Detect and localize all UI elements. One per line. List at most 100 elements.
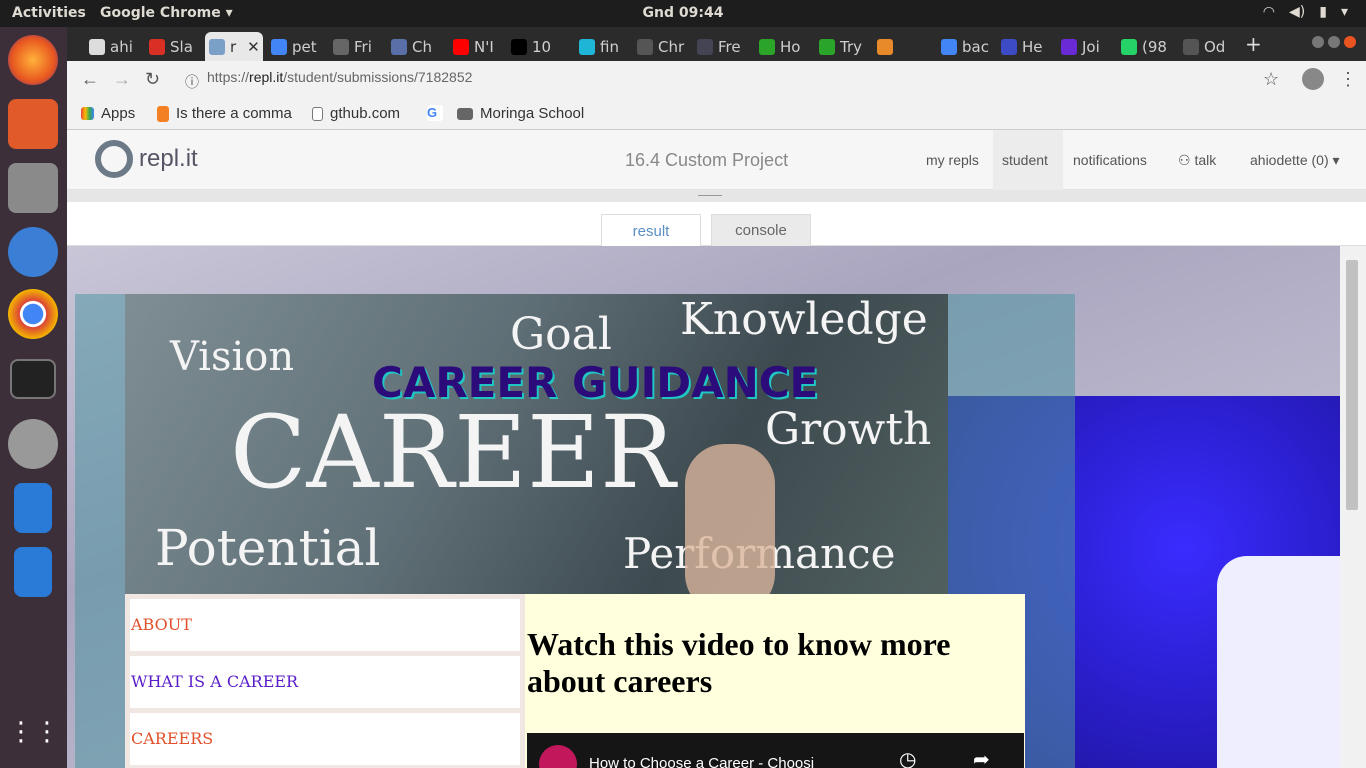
- tab-label: ahi: [110, 37, 133, 56]
- tab-label: Ho: [780, 37, 801, 56]
- tab-favicon-icon: [89, 38, 105, 55]
- bookmark-github[interactable]: gthub.com: [312, 105, 400, 122]
- scrollbar-thumb[interactable]: [1346, 260, 1358, 510]
- close-icon[interactable]: [1344, 36, 1356, 48]
- bookmark-moringa[interactable]: Moringa School: [457, 105, 584, 122]
- vscode-icon[interactable]: [14, 483, 52, 533]
- tab-favicon-icon: [697, 38, 713, 55]
- close-tab-icon[interactable]: ✕: [247, 38, 260, 56]
- nav-careers[interactable]: CAREERS: [130, 713, 520, 765]
- tab-label: r: [230, 37, 237, 56]
- browser-tab[interactable]: Ch: [387, 32, 443, 61]
- tab-console[interactable]: console: [711, 214, 811, 246]
- tab-label: Fre: [718, 37, 741, 56]
- career-banner-image: Vision Goal Knowledge CAREER Growth Pote…: [125, 294, 948, 594]
- chrome-icon[interactable]: [8, 289, 58, 339]
- reload-icon[interactable]: ↻: [145, 69, 160, 90]
- browser-tab[interactable]: N'I: [449, 32, 505, 61]
- tab-label: fin: [600, 37, 619, 56]
- browser-tab[interactable]: [873, 32, 929, 61]
- new-tab-button[interactable]: +: [1245, 32, 1262, 56]
- profile-avatar[interactable]: [1302, 68, 1324, 90]
- browser-tab[interactable]: Ho: [755, 32, 811, 61]
- show-apps-icon[interactable]: ⋮⋮: [8, 717, 60, 767]
- tab-favicon-icon: [333, 38, 349, 55]
- panel-drag-handle[interactable]: [67, 190, 1366, 202]
- help-icon[interactable]: [8, 227, 58, 277]
- browser-tab[interactable]: Joi: [1057, 32, 1113, 61]
- browser-tab[interactable]: Fri: [329, 32, 385, 61]
- video-title[interactable]: How to Choose a Career - Choosi: [589, 755, 814, 768]
- browser-tab[interactable]: ahi: [85, 32, 141, 61]
- nav-what-is-a-career[interactable]: WHAT IS A CAREER: [130, 656, 520, 708]
- replit-logo[interactable]: repl.it: [95, 140, 198, 178]
- stackoverflow-icon: [157, 105, 169, 122]
- window-controls[interactable]: [1312, 36, 1358, 50]
- browser-tab[interactable]: He: [997, 32, 1053, 61]
- watch-later-icon[interactable]: ◷: [899, 747, 916, 768]
- banner-word-vision: Vision: [170, 334, 295, 380]
- tab-favicon-icon: [271, 38, 287, 55]
- nav-my-repls[interactable]: my repls: [926, 152, 979, 168]
- nav-talk[interactable]: ⚇ talk: [1178, 152, 1216, 169]
- youtube-player[interactable]: How to Choose a Career - Choosi ◷ ➦: [527, 733, 1024, 768]
- vscode-icon-2[interactable]: [14, 547, 52, 597]
- bookmark-apps[interactable]: Apps: [81, 105, 135, 122]
- tab-label: Try: [840, 37, 863, 56]
- minimize-icon[interactable]: [1312, 36, 1324, 48]
- browser-tab[interactable]: Chr: [633, 32, 689, 61]
- system-tray[interactable]: ◠ ◀) ▮ ▾: [1263, 4, 1348, 20]
- people-icon: ⚇: [1178, 152, 1195, 168]
- nav-notifications[interactable]: notifications: [1073, 152, 1147, 168]
- nav-about[interactable]: ABOUT: [130, 599, 520, 651]
- chevron-down-icon: ▾: [1332, 152, 1340, 168]
- browser-tab[interactable]: Try: [815, 32, 871, 61]
- background-puzzle-letter: [1217, 556, 1340, 768]
- tab-label: Chr: [658, 37, 685, 56]
- browser-tab[interactable]: Sla: [145, 32, 201, 61]
- browser-tab[interactable]: 10: [507, 32, 563, 61]
- tab-favicon-icon: [637, 38, 653, 55]
- replit-navbar: repl.it 16.4 Custom Project my repls stu…: [67, 130, 1366, 190]
- browser-tab[interactable]: bac: [937, 32, 993, 61]
- replit-logo-icon: [95, 140, 133, 178]
- result-scrollbar[interactable]: [1340, 246, 1366, 768]
- tab-favicon-icon: [759, 38, 775, 55]
- browser-tab[interactable]: r ✕: [205, 32, 263, 61]
- terminal-icon[interactable]: [10, 359, 56, 399]
- tab-label: Fri: [354, 37, 372, 56]
- address-bar[interactable]: https://repl.it/student/submissions/7182…: [207, 69, 472, 85]
- browser-tab[interactable]: fin: [575, 32, 631, 61]
- hand-image: [685, 444, 775, 594]
- nav-student[interactable]: student: [1002, 152, 1048, 168]
- browser-tab[interactable]: (98: [1117, 32, 1173, 61]
- firefox-icon[interactable]: [8, 35, 58, 85]
- bookmark-google[interactable]: G: [427, 105, 450, 121]
- browser-tab[interactable]: Fre: [693, 32, 749, 61]
- updater-icon[interactable]: [8, 419, 58, 469]
- files-icon[interactable]: [8, 163, 58, 213]
- browser-tab[interactable]: Od: [1179, 32, 1235, 61]
- apps-icon: [81, 107, 94, 120]
- banner-word-career: CAREER: [230, 394, 676, 511]
- activities-button[interactable]: Activities: [12, 5, 86, 21]
- software-center-icon[interactable]: [8, 99, 58, 149]
- tab-result[interactable]: result: [601, 214, 701, 247]
- share-icon[interactable]: ➦: [973, 747, 990, 768]
- forward-icon[interactable]: →: [113, 69, 131, 90]
- tab-favicon-icon: [209, 38, 225, 55]
- tab-favicon-icon: [1183, 38, 1199, 55]
- app-menu[interactable]: Google Chrome ▾: [100, 5, 233, 21]
- project-title: 16.4 Custom Project: [625, 150, 789, 170]
- star-icon[interactable]: ☆: [1263, 69, 1279, 90]
- nav-user-menu[interactable]: ahiodette (0) ▾: [1250, 152, 1340, 169]
- tab-favicon-icon: [877, 38, 893, 55]
- browser-tab[interactable]: pet: [267, 32, 323, 61]
- bookmark-comma[interactable]: Is there a comma: [157, 105, 292, 122]
- tab-label: He: [1022, 37, 1043, 56]
- back-icon[interactable]: ←: [81, 69, 99, 90]
- channel-avatar[interactable]: [539, 745, 577, 768]
- info-icon[interactable]: ⓘ: [185, 72, 199, 92]
- menu-icon[interactable]: ⋮: [1339, 69, 1357, 90]
- maximize-icon[interactable]: [1328, 36, 1340, 48]
